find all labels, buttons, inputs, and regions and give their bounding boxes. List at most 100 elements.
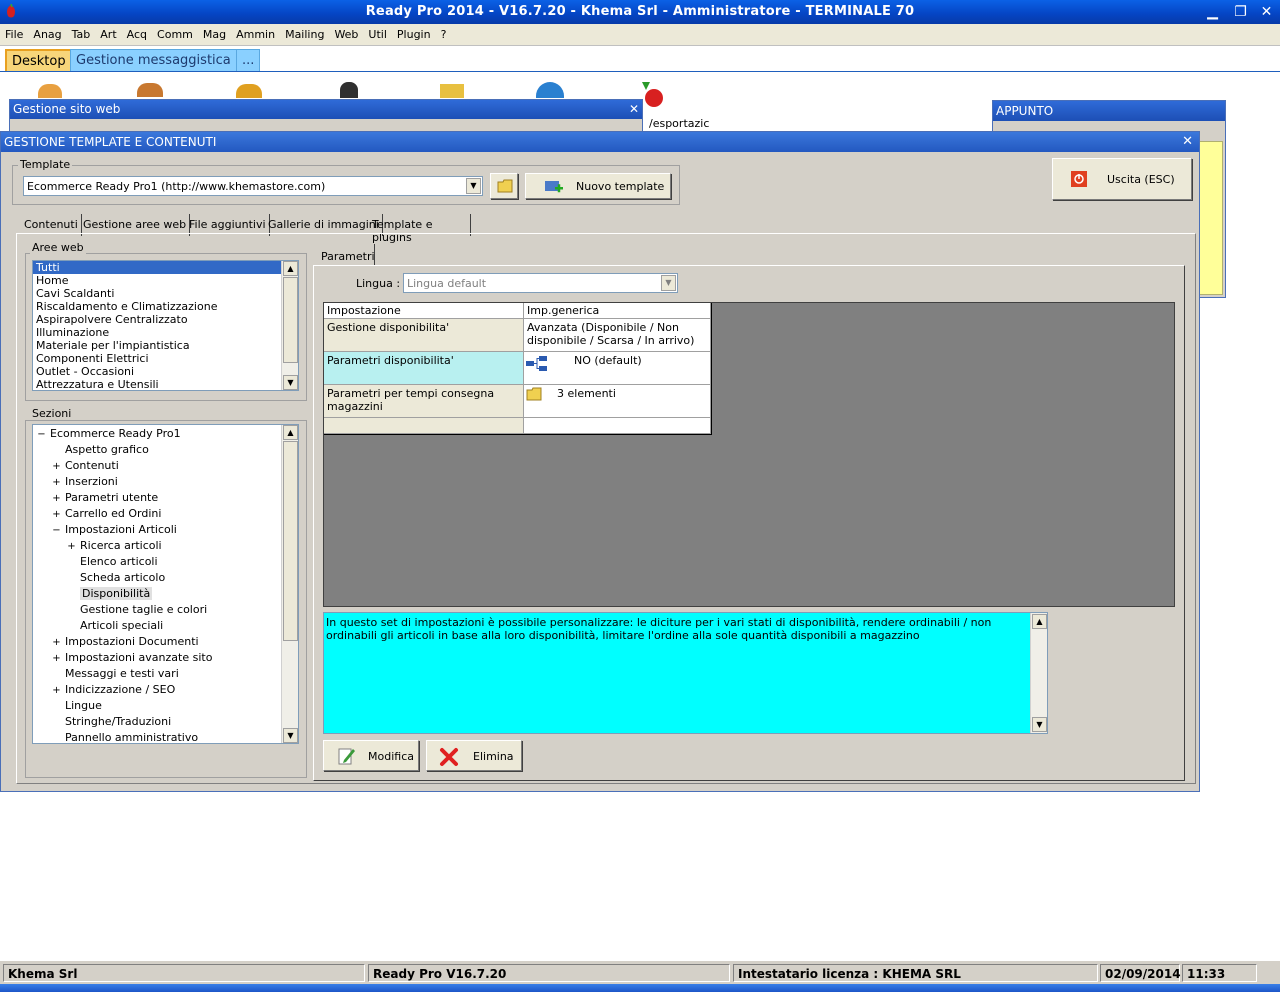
aree-web-item[interactable]: Home xyxy=(33,274,298,287)
menu-item-anag[interactable]: Anag xyxy=(28,24,66,41)
grid-row-name[interactable]: Parametri disponibilita' xyxy=(324,352,524,385)
tree-node[interactable]: Elenco articoli xyxy=(67,554,158,570)
menu-item-comm[interactable]: Comm xyxy=(152,24,198,41)
aree-web-item[interactable]: Illuminazione xyxy=(33,326,298,339)
tree-node[interactable]: Articoli speciali xyxy=(67,618,163,634)
worker-icon[interactable] xyxy=(236,84,262,98)
agent-icon[interactable] xyxy=(340,82,358,98)
scroll-up-icon[interactable]: ▲ xyxy=(283,261,298,276)
tree-node[interactable]: + Contenuti xyxy=(52,458,118,475)
menu-item-util[interactable]: Util xyxy=(363,24,391,41)
chevron-down-icon[interactable]: ▼ xyxy=(661,275,676,291)
minimize-button[interactable]: ▁ xyxy=(1202,2,1223,22)
new-template-button[interactable]: Nuovo template xyxy=(525,173,671,199)
tab-more[interactable]: ... xyxy=(236,49,261,71)
grid-row-value-cell[interactable]: NO (default) xyxy=(524,352,711,385)
tree-node[interactable]: + Carrello ed Ordini xyxy=(52,506,161,522)
menu-item-tab[interactable]: Tab xyxy=(67,24,96,41)
tree-node[interactable]: + Inserzioni xyxy=(52,474,118,490)
menu-item-file[interactable]: File xyxy=(0,24,28,41)
scroll-thumb[interactable] xyxy=(283,277,298,363)
menu-item-web[interactable]: Web xyxy=(329,24,363,41)
tree-node[interactable]: Pannello amministrativo xyxy=(52,730,199,744)
window-tab-bar: Desktop Gestione messaggistica ... xyxy=(0,46,1280,72)
expand-icon[interactable]: + xyxy=(52,507,61,523)
people-icon[interactable] xyxy=(137,83,163,97)
close-button[interactable]: ✕ xyxy=(1256,2,1277,22)
browse-template-button[interactable] xyxy=(490,173,518,199)
sezioni-tree[interactable]: − Ecommerce Ready Pro1 Aspetto grafico + Con… xyxy=(32,424,299,744)
expand-icon[interactable]: + xyxy=(52,683,61,699)
aree-web-item[interactable]: Cavi Scaldanti xyxy=(33,287,298,300)
tree-node[interactable]: + Ricerca articoli xyxy=(67,538,161,555)
aree-web-item[interactable]: Outlet - Occasioni xyxy=(33,365,298,378)
tree-node-label: Pannello amministrativo xyxy=(65,731,199,744)
tree-node[interactable]: + Indicizzazione / SEO xyxy=(52,682,175,698)
grid-row-value-cell[interactable]: 3 elementi xyxy=(524,385,711,418)
sezioni-scrollbar[interactable]: ▲ ▼ xyxy=(281,425,298,743)
tab-gestione-messaggistica[interactable]: Gestione messaggistica xyxy=(70,49,237,71)
menu-item-mailing[interactable]: Mailing xyxy=(280,24,329,41)
expand-icon[interactable]: + xyxy=(52,475,61,491)
description-scrollbar[interactable]: ▲ ▼ xyxy=(1030,613,1047,733)
exit-button[interactable]: Uscita (ESC) xyxy=(1052,158,1192,200)
aree-web-scrollbar[interactable]: ▲ ▼ xyxy=(281,261,298,390)
expand-icon[interactable]: + xyxy=(52,491,61,507)
scroll-up-icon[interactable]: ▲ xyxy=(283,425,298,440)
tree-node[interactable]: + Parametri utente xyxy=(52,490,158,506)
collapse-icon[interactable]: − xyxy=(52,523,61,539)
scroll-down-icon[interactable]: ▼ xyxy=(283,375,298,390)
menu-item-mag[interactable]: Mag xyxy=(198,24,231,41)
aree-web-item[interactable]: Attrezzatura e Utensili xyxy=(33,378,298,390)
scroll-up-icon[interactable]: ▲ xyxy=(1032,614,1047,629)
tree-node[interactable]: − Ecommerce Ready Pro1 xyxy=(37,426,180,443)
scroll-thumb[interactable] xyxy=(283,441,298,641)
tree-node[interactable]: Aspetto grafico xyxy=(52,442,149,458)
tree-node[interactable]: Disponibilità xyxy=(67,586,153,602)
expand-icon[interactable]: + xyxy=(52,651,61,667)
grid-empty-row xyxy=(324,418,524,434)
tree-node[interactable]: + Impostazioni avanzate sito xyxy=(52,650,212,666)
lingua-select[interactable]: Lingua default ▼ xyxy=(403,273,678,293)
users-icon[interactable] xyxy=(38,84,62,98)
tree-node[interactable]: − Impostazioni Articoli xyxy=(52,522,177,538)
template-select[interactable]: Ecommerce Ready Pro1 (http://www.khemast… xyxy=(23,176,483,196)
folder-icon[interactable] xyxy=(440,84,464,98)
menu-item-art[interactable]: Art xyxy=(95,24,121,41)
aree-web-item[interactable]: Componenti Elettrici xyxy=(33,352,298,365)
grid-row-name[interactable]: Parametri per tempi consegna magazzini xyxy=(324,385,524,418)
grid-row-name[interactable]: Gestione disponibilita' xyxy=(324,319,524,352)
aree-web-item[interactable]: Tutti xyxy=(33,261,298,274)
expand-icon[interactable]: + xyxy=(52,459,61,475)
tree-node[interactable]: Stringhe/Traduzioni xyxy=(52,714,171,730)
dialog-close-icon[interactable]: ✕ xyxy=(1182,134,1193,149)
tree-node[interactable]: Lingue xyxy=(52,698,102,714)
menu-item-ammin[interactable]: Ammin xyxy=(231,24,280,41)
description-box[interactable]: In questo set di impostazioni è possibil… xyxy=(323,612,1048,734)
menu-item-acq[interactable]: Acq xyxy=(122,24,152,41)
modifica-button[interactable]: Modifica xyxy=(323,740,419,771)
tree-node[interactable]: Scheda articolo xyxy=(67,570,165,586)
tree-node[interactable]: Messaggi e testi vari xyxy=(52,666,179,682)
scroll-down-icon[interactable]: ▼ xyxy=(1032,717,1047,732)
restore-button[interactable]: ❐ xyxy=(1230,2,1251,22)
elimina-button[interactable]: Elimina xyxy=(426,740,522,771)
grid-row-value[interactable]: Avanzata (Disponibile / Non disponibile … xyxy=(524,319,711,352)
aree-web-item[interactable]: Aspirapolvere Centralizzato xyxy=(33,313,298,326)
tree-node[interactable]: Gestione taglie e colori xyxy=(67,602,207,618)
aree-web-item[interactable]: Materiale per l'impiantistica xyxy=(33,339,298,352)
aree-web-list[interactable]: Tutti Home Cavi Scaldanti Riscaldamento e C… xyxy=(32,260,299,391)
globe-icon[interactable] xyxy=(536,82,564,98)
menu-item-plugin[interactable]: Plugin xyxy=(392,24,436,41)
aree-web-item[interactable]: Riscaldamento e Climatizzazione xyxy=(33,300,298,313)
collapse-icon[interactable]: − xyxy=(37,427,46,443)
tab-parametri[interactable]: Parametri xyxy=(313,244,375,266)
sito-web-close-icon[interactable]: ✕ xyxy=(629,102,639,116)
scroll-down-icon[interactable]: ▼ xyxy=(283,728,298,743)
expand-icon[interactable]: + xyxy=(67,539,76,555)
expand-icon[interactable]: + xyxy=(52,635,61,651)
menu-item-help[interactable]: ? xyxy=(436,24,452,41)
tab-desktop[interactable]: Desktop xyxy=(5,49,73,71)
chevron-down-icon[interactable]: ▼ xyxy=(466,178,481,194)
tree-node[interactable]: + Impostazioni Documenti xyxy=(52,634,198,651)
